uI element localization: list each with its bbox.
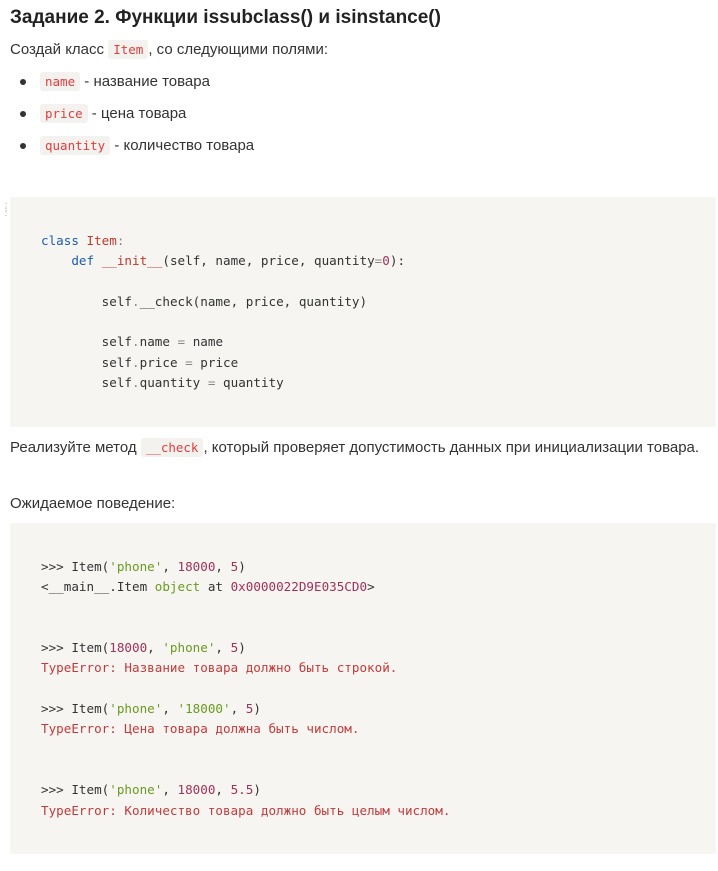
error-output: TypeError: Название товара должно быть с…	[41, 660, 398, 676]
code-token: >>> Item(	[41, 701, 110, 717]
code-token: >>> Item(	[41, 559, 110, 574]
code-token: price	[200, 354, 239, 370]
code-token: name	[192, 334, 224, 350]
code-token: ,	[215, 640, 231, 656]
task-paragraph: Реализуйте метод __check, который провер…	[10, 436, 700, 460]
list-item: quantity - количество товара	[10, 134, 610, 166]
code-token: >>> Item(	[41, 640, 110, 656]
code-token: price	[139, 354, 178, 370]
code-token: class	[41, 233, 79, 248]
code-token: ):	[389, 253, 406, 269]
code-token: =	[200, 375, 224, 391]
code-token: <__main__.Item	[41, 579, 155, 595]
code-token: self	[101, 293, 133, 309]
code-token: self	[101, 354, 133, 370]
code-token: :	[116, 233, 125, 248]
code-token: def	[71, 253, 95, 269]
code-token: 'phone'	[109, 701, 163, 717]
intro-paragraph: Создай класс Item, со следующими полями:	[10, 38, 328, 62]
code-token: 0x0000022D9E035CD0	[230, 579, 368, 595]
task-heading: Задание 2. Функции issubclass() и isinst…	[10, 7, 441, 28]
intro-text-end: , со следующими полями:	[148, 41, 329, 58]
inline-code-price: price	[40, 104, 88, 123]
code-token: self	[101, 334, 133, 350]
error-output: TypeError: Количество товара должно быть…	[41, 802, 451, 818]
code-token: >>> Item(	[41, 782, 110, 798]
bullet-icon	[20, 143, 26, 149]
bullet-icon	[20, 79, 26, 85]
code-token: 18000	[177, 559, 216, 574]
fields-list: name - название товара price - цена това…	[10, 70, 610, 166]
code-token: =	[169, 334, 193, 350]
code-token: >	[367, 579, 375, 595]
code-token: object	[154, 579, 201, 595]
code-token: ,	[215, 559, 231, 574]
code-token: (self, name, price, quantity	[162, 253, 375, 269]
field-description: - количество товара	[110, 137, 255, 154]
inline-code-name: name	[40, 72, 81, 91]
code-token: '18000'	[177, 701, 231, 717]
code-token: )	[238, 640, 246, 656]
code-text: >>> Item('phone', 18000, 5) <__main__.It…	[41, 557, 450, 821]
code-token: at	[200, 579, 231, 595]
code-token: ,	[162, 782, 178, 798]
code-token: self	[101, 375, 133, 391]
code-token: .	[132, 334, 140, 350]
code-token: __init__	[101, 253, 163, 269]
inline-code-item: Item	[108, 40, 149, 59]
code-token: )	[253, 782, 261, 798]
code-token: .	[132, 293, 140, 309]
code-token: .	[132, 375, 140, 391]
list-item: name - название товара	[10, 70, 610, 102]
code-token: =	[177, 354, 201, 370]
drag-handle-icon[interactable]: ⋮ ⋮	[1, 203, 11, 221]
code-block-class[interactable]: ⋮ ⋮ class Item: def __init__(self, name, …	[1, 197, 716, 427]
code-block-examples[interactable]: >>> Item('phone', 18000, 5) <__main__.It…	[10, 523, 716, 854]
code-token: ,	[162, 701, 178, 717]
code-token: quantity	[223, 375, 284, 391]
code-token: 'phone'	[109, 782, 163, 798]
code-token: 18000	[109, 640, 148, 656]
field-description: - цена товара	[87, 105, 187, 122]
code-token: Item	[86, 233, 117, 248]
list-item: price - цена товара	[10, 102, 610, 134]
intro-text: Создай класс	[10, 41, 109, 58]
field-description: - название товара	[80, 73, 210, 90]
code-token: ,	[147, 640, 163, 656]
task-text-end: , который проверяет допустимость данных …	[203, 439, 700, 456]
code-text: class Item: def __init__(self, name, pri…	[41, 231, 405, 393]
expected-label: Ожидаемое поведение:	[10, 495, 176, 512]
code-token: ,	[215, 782, 231, 798]
code-token: 0	[382, 253, 390, 269]
code-token: .	[132, 354, 140, 370]
code-token: ,	[230, 701, 246, 717]
bullet-icon	[20, 111, 26, 117]
code-token: 5.5	[230, 782, 254, 798]
code-token: __check(name, price, quantity)	[139, 293, 368, 309]
code-token: )	[253, 701, 261, 717]
code-token: ,	[162, 559, 178, 574]
code-token: 'phone'	[109, 559, 163, 574]
code-token: quantity	[139, 375, 201, 391]
code-token: 18000	[177, 782, 216, 798]
inline-code-quantity: quantity	[40, 136, 111, 155]
error-output: TypeError: Цена товара должна быть число…	[41, 721, 360, 737]
task-text: Реализуйте метод	[10, 439, 141, 456]
inline-code-check: __check	[140, 438, 204, 457]
code-token: 'phone'	[162, 640, 216, 656]
code-token: name	[139, 334, 170, 350]
code-token: )	[238, 559, 246, 574]
